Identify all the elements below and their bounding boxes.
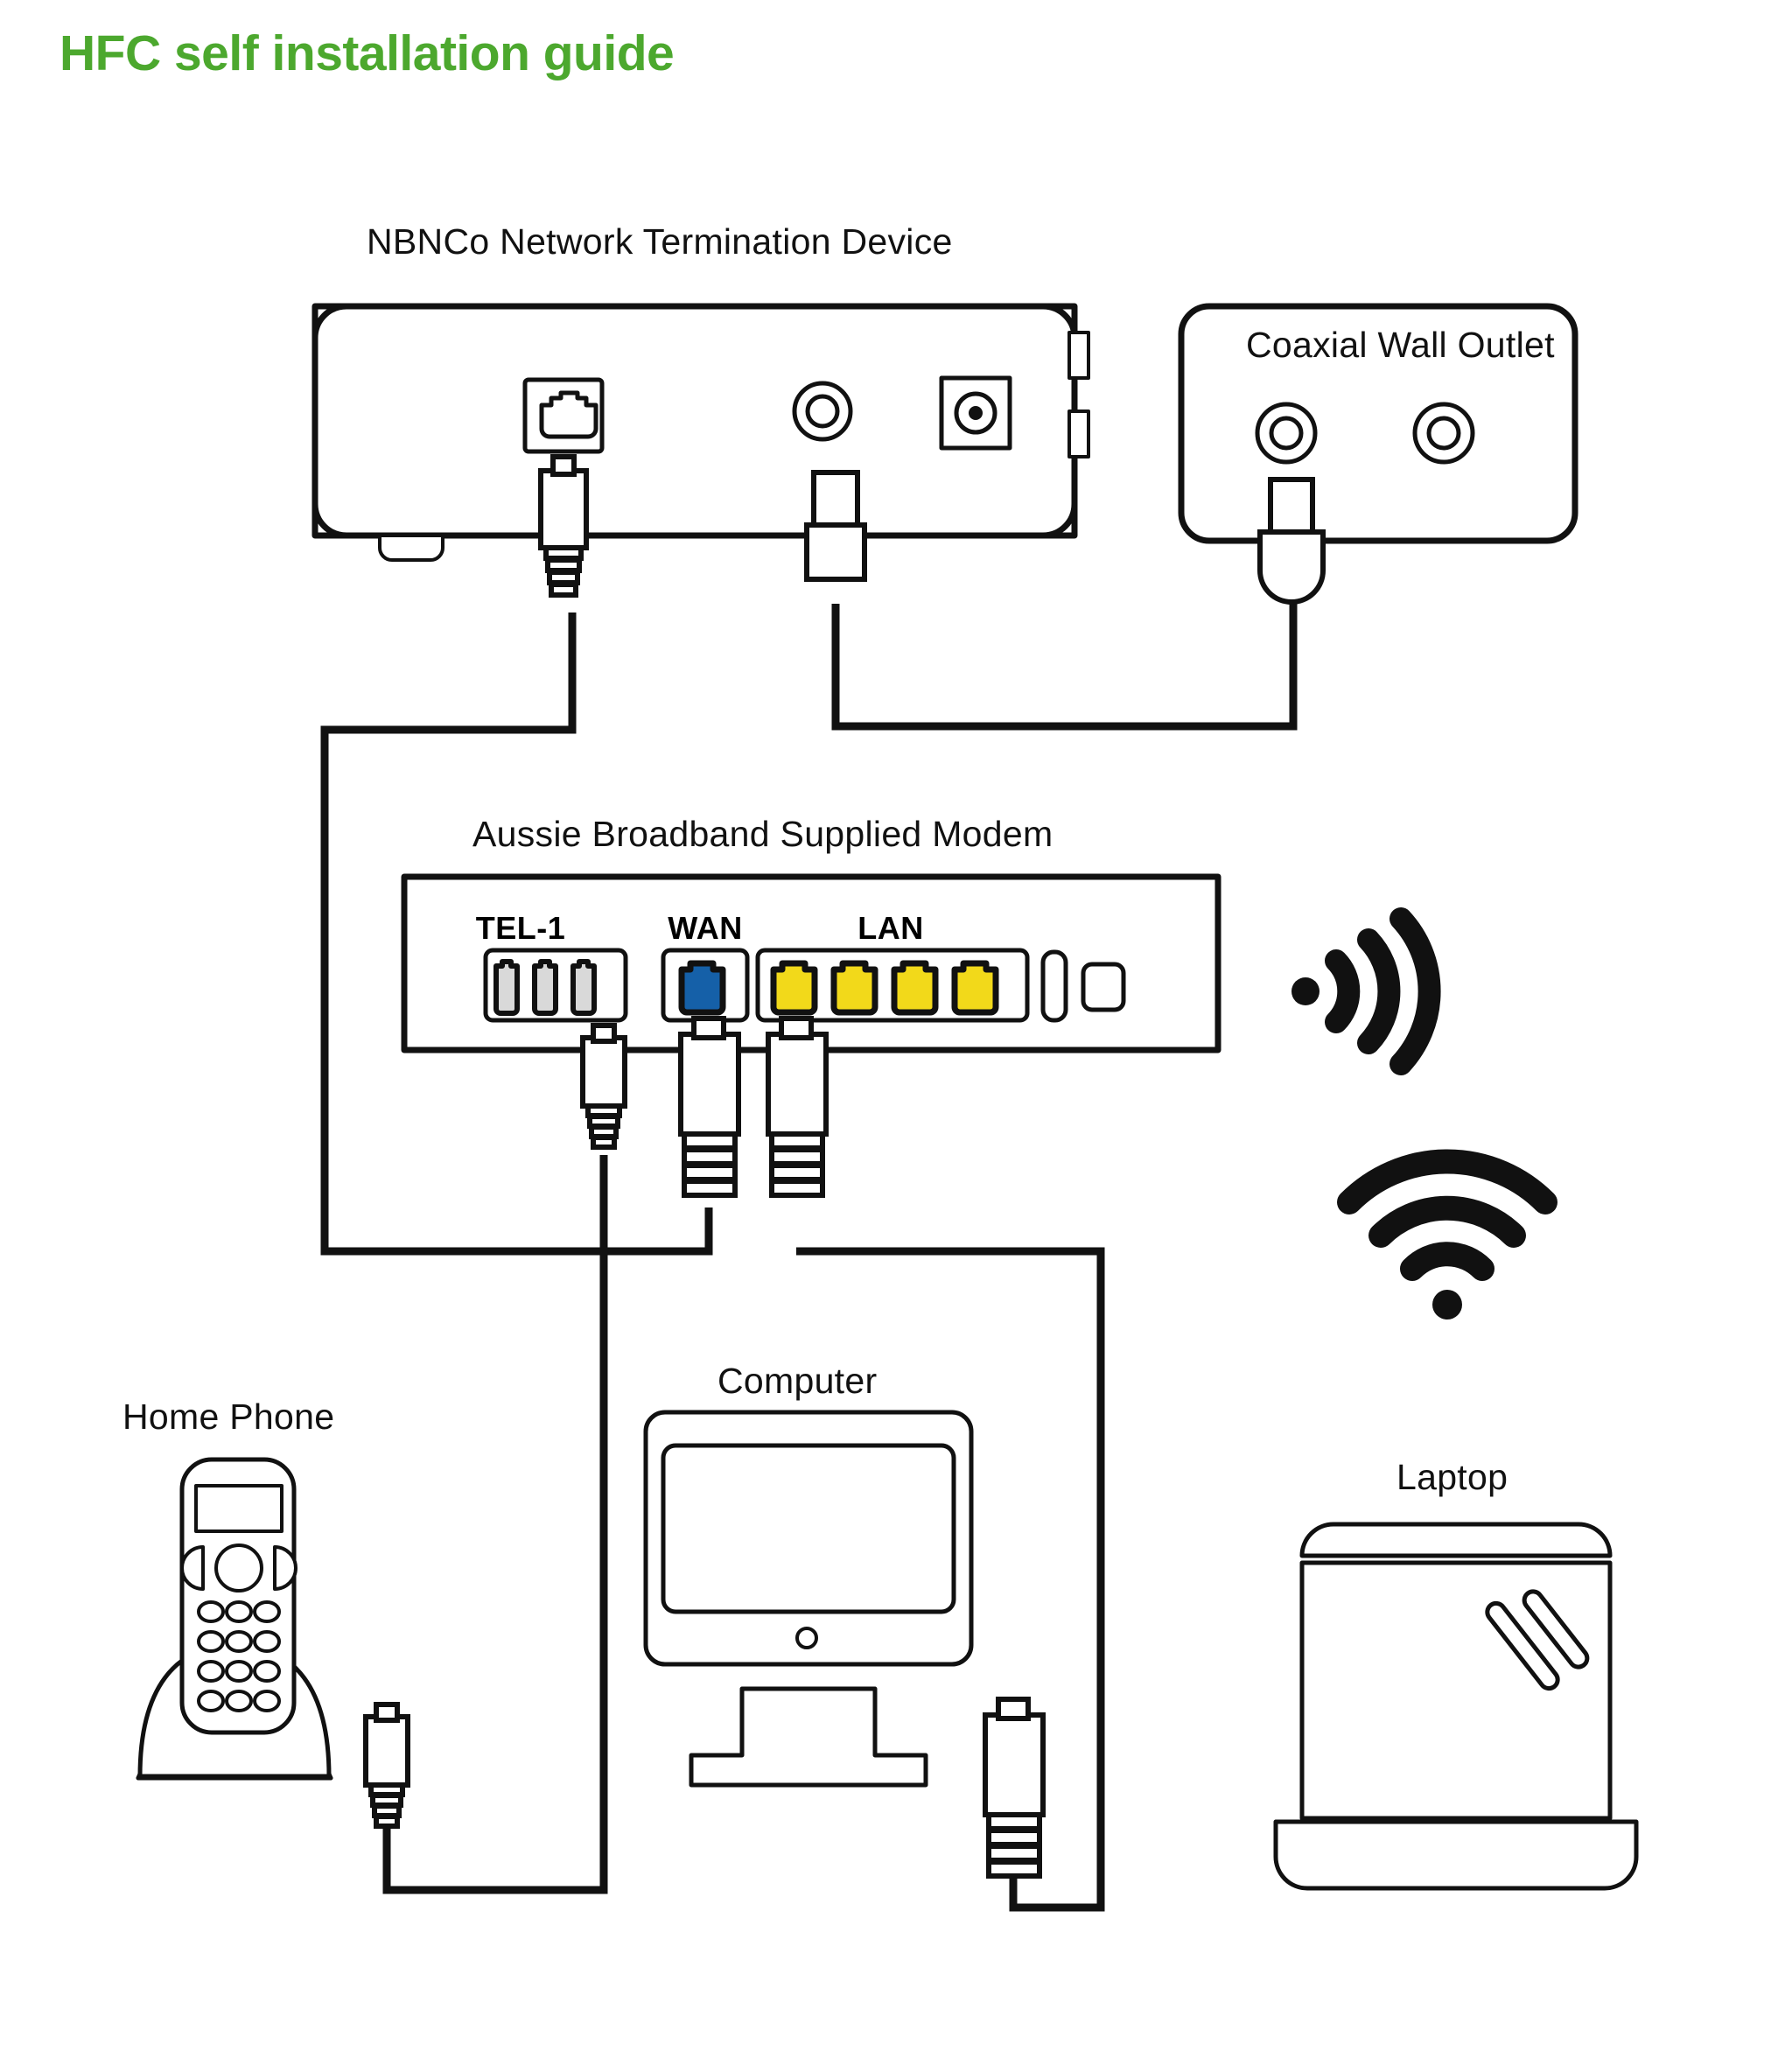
computer-screen (661, 1443, 956, 1614)
modem-lan-port-1[interactable] (770, 960, 818, 1016)
ntd-side-tab-bottom (1068, 410, 1090, 458)
home-phone-label: Home Phone (122, 1396, 334, 1437)
wall-outlet-coax-socket-right[interactable] (1412, 402, 1475, 465)
modem-wan-port[interactable] (678, 960, 726, 1016)
modem-lan-port-4[interactable] (951, 960, 999, 1016)
modem-label: Aussie Broadband Supplied Modem (472, 814, 1053, 854)
wall-outlet-coax-plug (1257, 477, 1326, 605)
modem-tel-label: TEL-1 (476, 910, 566, 946)
modem-lan-port-3[interactable] (891, 960, 939, 1016)
computer-power-indicator (795, 1627, 818, 1649)
modem-reset-slot[interactable] (1040, 949, 1068, 1023)
modem-tel-plug (580, 1023, 627, 1150)
ntd-coax-port[interactable] (792, 381, 853, 442)
laptop-base (1273, 1819, 1639, 1891)
computer-label: Computer (718, 1361, 877, 1401)
computer-stand-neck (689, 1686, 928, 1788)
device-wall-outlet[interactable]: Coaxial Wall Outlet (1178, 303, 1578, 605)
wall-outlet-label: Coaxial Wall Outlet (1246, 325, 1555, 365)
device-home-phone[interactable]: Home Phone (122, 1396, 410, 1829)
device-ntd[interactable]: NBNCo Network Termination Device (312, 221, 1090, 598)
home-phone-nav-cluster[interactable] (180, 1544, 298, 1592)
modem-tel-port-3[interactable] (570, 959, 597, 1016)
modem-tel-port-1[interactable] (494, 959, 520, 1016)
laptop-label: Laptop (1396, 1457, 1508, 1497)
device-laptop[interactable]: Laptop (1273, 1457, 1639, 1891)
laptop-lid-top (1299, 1522, 1613, 1558)
wifi-signal-right-icon (1292, 907, 1441, 1075)
laptop-screen (1299, 1560, 1613, 1821)
wifi-signal-up-icon (1337, 1149, 1558, 1320)
modem-wan-plug (678, 1016, 741, 1198)
home-phone-plug (363, 1702, 410, 1829)
modem-lan-plug (766, 1016, 829, 1198)
installation-diagram-page: HFC self installation guide NBNCo Networ… (0, 0, 1792, 2058)
cable-ntd-to-wall-outlet (831, 604, 1298, 731)
device-modem[interactable]: Aussie Broadband Supplied Modem TEL-1 WA… (401, 814, 1222, 1198)
ntd-coax-plug (804, 470, 867, 582)
device-computer[interactable]: Computer (643, 1361, 1046, 1879)
modem-lan-label: LAN (858, 910, 924, 946)
cable-modem-tel-to-home-phone (382, 1155, 608, 1894)
ntd-foot (378, 534, 444, 562)
modem-wan-label: WAN (668, 910, 743, 946)
modem-lan-port-2[interactable] (830, 960, 878, 1016)
computer-lan-plug (983, 1697, 1046, 1879)
modem-tel-port-2[interactable] (532, 959, 558, 1016)
diagram-canvas: NBNCo Network Termination Device Coaxial… (122, 221, 1639, 1912)
home-phone-screen (194, 1484, 284, 1533)
ntd-side-tab-top (1068, 331, 1090, 380)
ntd-label: NBNCo Network Termination Device (367, 221, 953, 262)
ntd-rj45-plug (538, 454, 589, 598)
ntd-rj45-port[interactable] (522, 377, 605, 454)
ntd-power-port[interactable] (939, 375, 1012, 451)
wall-outlet-coax-socket-left[interactable] (1255, 402, 1318, 465)
modem-power-button[interactable] (1081, 962, 1126, 1012)
